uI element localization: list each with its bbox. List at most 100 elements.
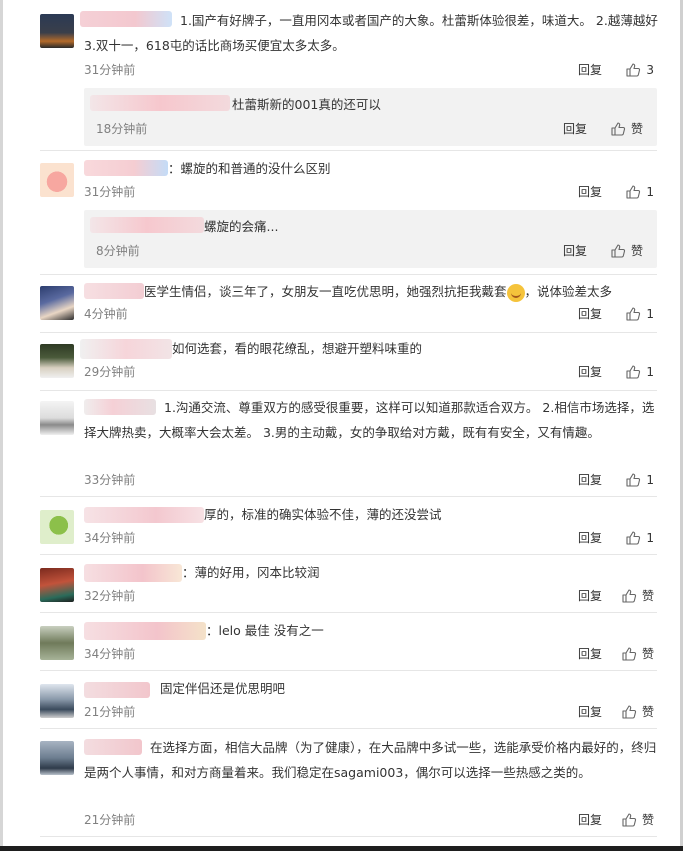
divider [40,554,657,555]
divider [40,390,657,391]
comment-time: 34分钟前 [84,531,136,545]
like-count: 赞 [630,244,643,258]
comment-text: 1.沟通交流、尊重双方的感受很重要，这样可以知道那款适合双方。 2.相信市场选择… [84,400,655,440]
reply-button[interactable]: 回复 [578,528,602,548]
like-count: 赞 [641,705,654,719]
avatar[interactable] [40,510,74,544]
avatar[interactable] [40,741,74,775]
divider [40,612,657,613]
reply-button[interactable]: 回复 [578,702,602,722]
avatar[interactable] [40,286,74,320]
avatar[interactable] [40,684,74,718]
taskbar-edge [0,846,683,851]
like-button[interactable]: 赞 [621,644,654,664]
comment-meta: 31分钟前 回复 1 [84,182,658,202]
like-button[interactable]: 1 [625,304,654,324]
reply-button[interactable]: 回复 [578,810,602,830]
thumbs-up-icon [626,531,641,545]
reply-meta: 18分钟前 回复 赞 [96,119,657,139]
comment-meta: 4分钟前 回复 1 [84,304,658,324]
thumbs-up-icon [626,365,641,379]
username-blurred[interactable] [90,217,204,233]
comment-meta: 21分钟前 回复 赞 [84,810,658,830]
username-blurred[interactable] [84,682,150,698]
avatar[interactable] [40,401,74,435]
divider [40,670,657,671]
comment-time: 29分钟前 [84,365,136,379]
divider [40,274,657,275]
comment-text: 1.国产有好牌子，一直用冈本或者国产的大象。杜蕾斯体验很差，味道大。 2.越薄越… [84,13,658,53]
comment-text-part: ，说体验差太多 [524,284,613,299]
username-blurred[interactable] [84,160,168,176]
comment-meta: 33分钟前 回复 1 [84,470,658,490]
reply-button[interactable]: 回复 [578,304,602,324]
reply-button[interactable]: 回复 [578,182,602,202]
divider [40,496,657,497]
comment-time: 33分钟前 [84,473,136,487]
like-button[interactable]: 1 [625,362,654,382]
like-button[interactable]: 赞 [621,702,654,722]
comment-meta: 32分钟前 回复 赞 [84,586,658,606]
username-blurred[interactable] [84,564,182,582]
comment-time: 31分钟前 [84,185,136,199]
comment-meta: 21分钟前 回复 赞 [84,702,658,722]
username-blurred[interactable] [90,95,230,111]
reply-button[interactable]: 回复 [578,644,602,664]
reply-button[interactable]: 回复 [563,241,587,261]
divider [40,836,657,837]
reply-button[interactable]: 回复 [563,119,587,139]
reply-button[interactable]: 回复 [578,586,602,606]
like-button[interactable]: 赞 [610,241,643,261]
thumbs-up-icon [622,589,637,603]
reply-text: 螺旋的会痛... [204,219,279,234]
like-count: 1 [646,307,654,321]
comment-meta: 34分钟前 回复 1 [84,528,658,548]
reply-button[interactable]: 回复 [578,362,602,382]
thumbs-up-icon [622,705,637,719]
comment-text: 医学生情侣，谈三年了，女朋友一直吃优思明，她强烈抗拒我戴套 ，说体验差太多 [144,280,664,304]
divider [40,728,657,729]
username-blurred[interactable] [84,507,204,523]
reply-text: 杜蕾斯新的001真的还可以 [232,97,381,112]
reply-meta: 8分钟前 回复 赞 [96,241,657,261]
like-count: 1 [646,473,654,487]
divider [40,332,657,333]
comment-text: 固定伴侣还是优思明吧 [160,681,286,696]
reply-item: 杜蕾斯新的001真的还可以 18分钟前 回复 赞 [84,88,657,146]
thumbs-up-icon [611,122,626,136]
like-count: 1 [646,365,654,379]
avatar[interactable] [40,626,74,660]
reply-button[interactable]: 回复 [578,470,602,490]
avatar[interactable] [40,568,74,602]
like-button[interactable]: 1 [625,182,654,202]
comment-time: 21分钟前 [84,813,136,827]
like-button[interactable]: 3 [625,60,654,80]
comment-time: 4分钟前 [84,307,128,321]
avatar[interactable] [40,344,74,378]
like-button[interactable]: 1 [625,470,654,490]
like-count: 3 [646,63,654,77]
thumbs-up-icon [622,813,637,827]
comment-meta: 34分钟前 回复 赞 [84,644,658,664]
comment-meta: 31分钟前 回复 3 [84,60,658,80]
like-button[interactable]: 赞 [610,119,643,139]
avatar[interactable] [40,14,74,48]
username-blurred[interactable] [84,283,144,299]
username-blurred[interactable] [80,339,172,359]
like-button[interactable]: 1 [625,528,654,548]
username-blurred[interactable] [84,622,206,640]
reply-item: 螺旋的会痛... 8分钟前 回复 赞 [84,210,657,268]
comment-text: 厚的，标准的确实体验不佳，薄的还没尝试 [204,507,442,522]
like-count: 1 [646,185,654,199]
like-button[interactable]: 赞 [621,586,654,606]
like-count: 赞 [641,813,654,827]
avatar[interactable] [40,163,74,197]
comment-meta: 29分钟前 回复 1 [84,362,658,382]
like-button[interactable]: 赞 [621,810,654,830]
comment-text: ：螺旋的和普通的没什么区别 [168,161,331,176]
thumbs-up-icon [622,647,637,661]
comment-time: 31分钟前 [84,63,136,77]
reply-button[interactable]: 回复 [578,60,602,80]
comment-text: 在选择方面，相信大品牌（为了健康），在大品牌中多试一些，选能承受价格内最好的，终… [84,740,657,780]
like-count: 赞 [641,589,654,603]
